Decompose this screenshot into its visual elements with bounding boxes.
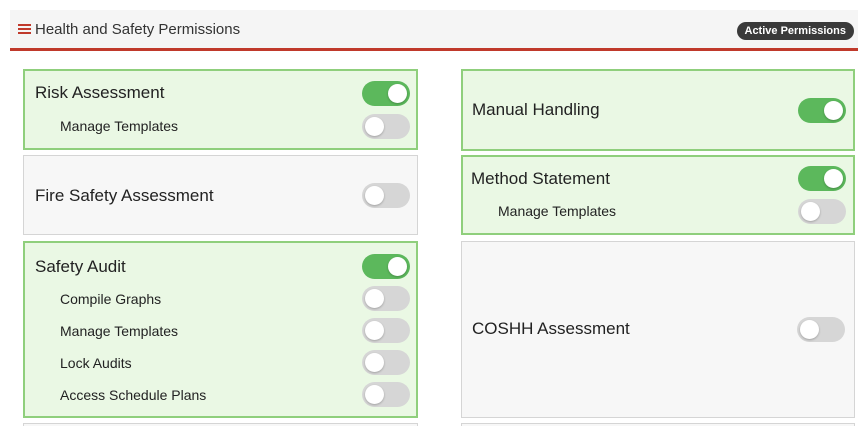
risk-assessment-toggle[interactable] (362, 81, 410, 106)
safety-audit-manage-templates-label: Manage Templates (60, 323, 179, 339)
method-statement-toggle[interactable] (798, 166, 846, 191)
fire-safety-assessment-toggle[interactable] (362, 183, 410, 208)
method-statement-label: Method Statement (471, 169, 610, 188)
risk-assessment-manage-templates-label: Manage Templates (60, 118, 179, 134)
active-permissions-badge[interactable]: Active Permissions (736, 22, 854, 40)
hamburger-icon[interactable] (18, 23, 31, 35)
lock-audits-toggle[interactable] (362, 350, 410, 375)
safety-audit-toggle[interactable] (362, 254, 410, 279)
permissions-panel: Health and Safety Permissions Active Per… (10, 10, 858, 426)
card-coshh-assessment: COSHH Assessment (461, 241, 855, 418)
access-schedule-plans-toggle[interactable] (362, 382, 410, 407)
fire-safety-assessment-label: Fire Safety Assessment (35, 186, 214, 205)
panel-header: Health and Safety Permissions Active Per… (10, 10, 858, 51)
card-fire-safety-assessment: Fire Safety Assessment (23, 155, 418, 235)
risk-assessment-manage-templates-toggle[interactable] (362, 114, 410, 139)
method-statement-manage-templates-toggle[interactable] (798, 199, 846, 224)
manual-handling-label: Manual Handling (472, 100, 600, 119)
access-schedule-plans-label: Access Schedule Plans (60, 387, 207, 403)
card-risk-assessment: Risk Assessment Manage Templates (23, 69, 418, 150)
risk-assessment-label: Risk Assessment (35, 83, 165, 102)
panel-title: Health and Safety Permissions (35, 21, 241, 38)
coshh-assessment-toggle[interactable] (797, 317, 845, 342)
card-method-statement: Method Statement Manage Templates (461, 155, 855, 235)
card-manual-handling: Manual Handling (461, 69, 855, 151)
compile-graphs-toggle[interactable] (362, 286, 410, 311)
method-statement-manage-templates-label: Manage Templates (498, 203, 617, 219)
compile-graphs-label: Compile Graphs (60, 291, 162, 307)
coshh-assessment-label: COSHH Assessment (472, 319, 630, 338)
lock-audits-label: Lock Audits (60, 355, 132, 371)
card-safety-audit: Safety Audit Compile Graphs Manage Templ… (23, 241, 418, 418)
safety-audit-manage-templates-toggle[interactable] (362, 318, 410, 343)
manual-handling-toggle[interactable] (798, 98, 846, 123)
safety-audit-label: Safety Audit (35, 257, 126, 276)
